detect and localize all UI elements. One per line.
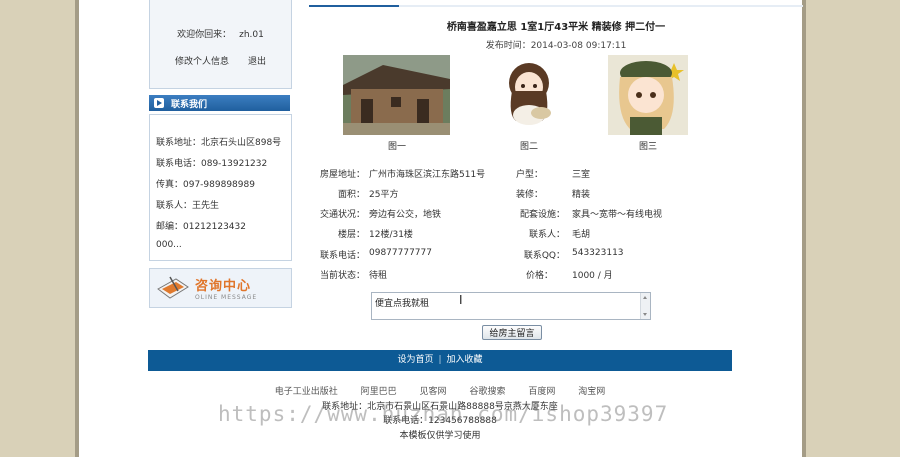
phone-label: 联系电话：: [319, 251, 365, 261]
floor-value: 12楼/31楼: [369, 230, 413, 240]
welcome-text: 欢迎你回来：: [177, 30, 232, 40]
address-label: 房屋地址：: [319, 170, 365, 180]
qq-label: 联系QQ：: [523, 251, 565, 261]
address-value: 广州市海珠区滨江东路511号: [369, 170, 486, 180]
consult-subtitle: OLINE MESSAGE: [195, 294, 258, 301]
left-background: [0, 0, 75, 457]
consult-title: 咨询中心: [195, 279, 252, 294]
qq-value: 543323113: [572, 248, 624, 258]
friend-link[interactable]: 电子工业出版社: [275, 387, 338, 397]
username: zh.01: [239, 30, 264, 40]
edit-profile-link[interactable]: 修改个人信息: [175, 57, 229, 67]
logout-link[interactable]: 退出: [248, 57, 266, 67]
page-content: 欢迎你回来： zh.01 修改个人信息 退出 联系我们 联系地址：北京石头山区89…: [79, 0, 803, 457]
friend-link[interactable]: 百度网: [528, 387, 555, 397]
text-cursor-icon: I: [459, 293, 463, 307]
friend-link[interactable]: 谷歌搜索: [469, 387, 505, 397]
footer-nav: 设为首页 | 加入收藏: [148, 350, 732, 371]
floor-label: 楼层：: [337, 230, 365, 240]
add-favorite-link[interactable]: 加入收藏: [447, 355, 483, 365]
friend-link[interactable]: 阿里巴巴: [361, 387, 397, 397]
title-divider: [309, 5, 803, 7]
soldier-girl-avatar[interactable]: [608, 55, 688, 135]
status-value: 待租: [369, 271, 388, 281]
footer-note: 本模板仅供学习使用: [399, 431, 481, 441]
contact-info-box: 联系地址：北京石头山区898号 联系电话：089-13921232 传真：097…: [149, 114, 292, 261]
watermark: https://www.huzhan.com/ishop39397: [218, 402, 669, 426]
message-textarea[interactable]: 便宜点我就租: [371, 292, 651, 320]
photo-caption-3: 图三: [638, 142, 657, 152]
contact-person: 联系人：王先生: [156, 201, 220, 211]
area-label: 面积：: [337, 190, 365, 200]
girl-avatar[interactable]: [494, 55, 564, 135]
contact-phone: 联系电话：089-13921232: [156, 159, 268, 169]
area-value: 25平方: [369, 190, 399, 200]
nav-separator: |: [438, 355, 442, 365]
contact-more: 000...: [156, 240, 182, 250]
traffic-label: 交通状况：: [319, 210, 365, 220]
type-value: 三室: [572, 170, 591, 180]
price-value: 1000 / 月: [572, 271, 613, 281]
decor-label: 装修：: [515, 190, 543, 200]
decor-value: 精装: [572, 190, 591, 200]
photo-caption-2: 图二: [519, 142, 538, 152]
contact-zip: 邮编：01212123432: [156, 222, 246, 232]
notepad-icon: [157, 276, 189, 299]
arrow-right-icon: [154, 98, 164, 108]
contact-person-value: 毛胡: [572, 230, 591, 240]
contact-title: 联系我们: [171, 100, 208, 110]
account-links: 修改个人信息 退出: [150, 54, 291, 67]
contact-address: 联系地址：北京石头山区898号: [156, 138, 282, 148]
price-label: 价格：: [525, 271, 553, 281]
consult-banner[interactable]: 咨询中心 OLINE MESSAGE: [149, 268, 292, 308]
status-label: 当前状态：: [319, 271, 365, 281]
textarea-scrollbar[interactable]: [640, 293, 650, 319]
set-home-link[interactable]: 设为首页: [397, 355, 433, 365]
welcome-line: 欢迎你回来： zh.01: [150, 27, 291, 40]
house-photo[interactable]: [343, 55, 450, 135]
contact-header: 联系我们: [149, 95, 290, 111]
right-background: [806, 0, 900, 457]
friend-link[interactable]: 见客网: [420, 387, 447, 397]
welcome-box: 欢迎你回来： zh.01 修改个人信息 退出: [149, 0, 292, 89]
publish-time: 发布时间：2014-03-08 09:17:11: [485, 41, 627, 51]
traffic-value: 旁边有公交，地铁: [369, 210, 442, 220]
type-label: 户型：: [515, 170, 543, 180]
contact-fax: 传真：097-989898989: [156, 180, 255, 190]
photo-caption-1: 图一: [387, 142, 406, 152]
message-text: 便宜点我就租: [375, 299, 430, 309]
friend-link[interactable]: 淘宝网: [578, 387, 605, 397]
contact-person-label: 联系人：: [528, 230, 565, 240]
friend-links: 电子工业出版社 阿里巴巴 见客网 谷歌搜索 百度网 淘宝网: [148, 384, 732, 397]
leave-message-button[interactable]: 给房主留言: [482, 325, 542, 340]
facility-label: 配套设施：: [519, 210, 565, 220]
phone-value: 09877777777: [369, 248, 432, 258]
facility-value: 家具～宽带～有线电视: [572, 210, 663, 220]
right-edge: [802, 0, 806, 457]
listing-title: 桥南喜盈嘉立思 1室1厅43平米 精装修 押二付一: [446, 22, 666, 33]
